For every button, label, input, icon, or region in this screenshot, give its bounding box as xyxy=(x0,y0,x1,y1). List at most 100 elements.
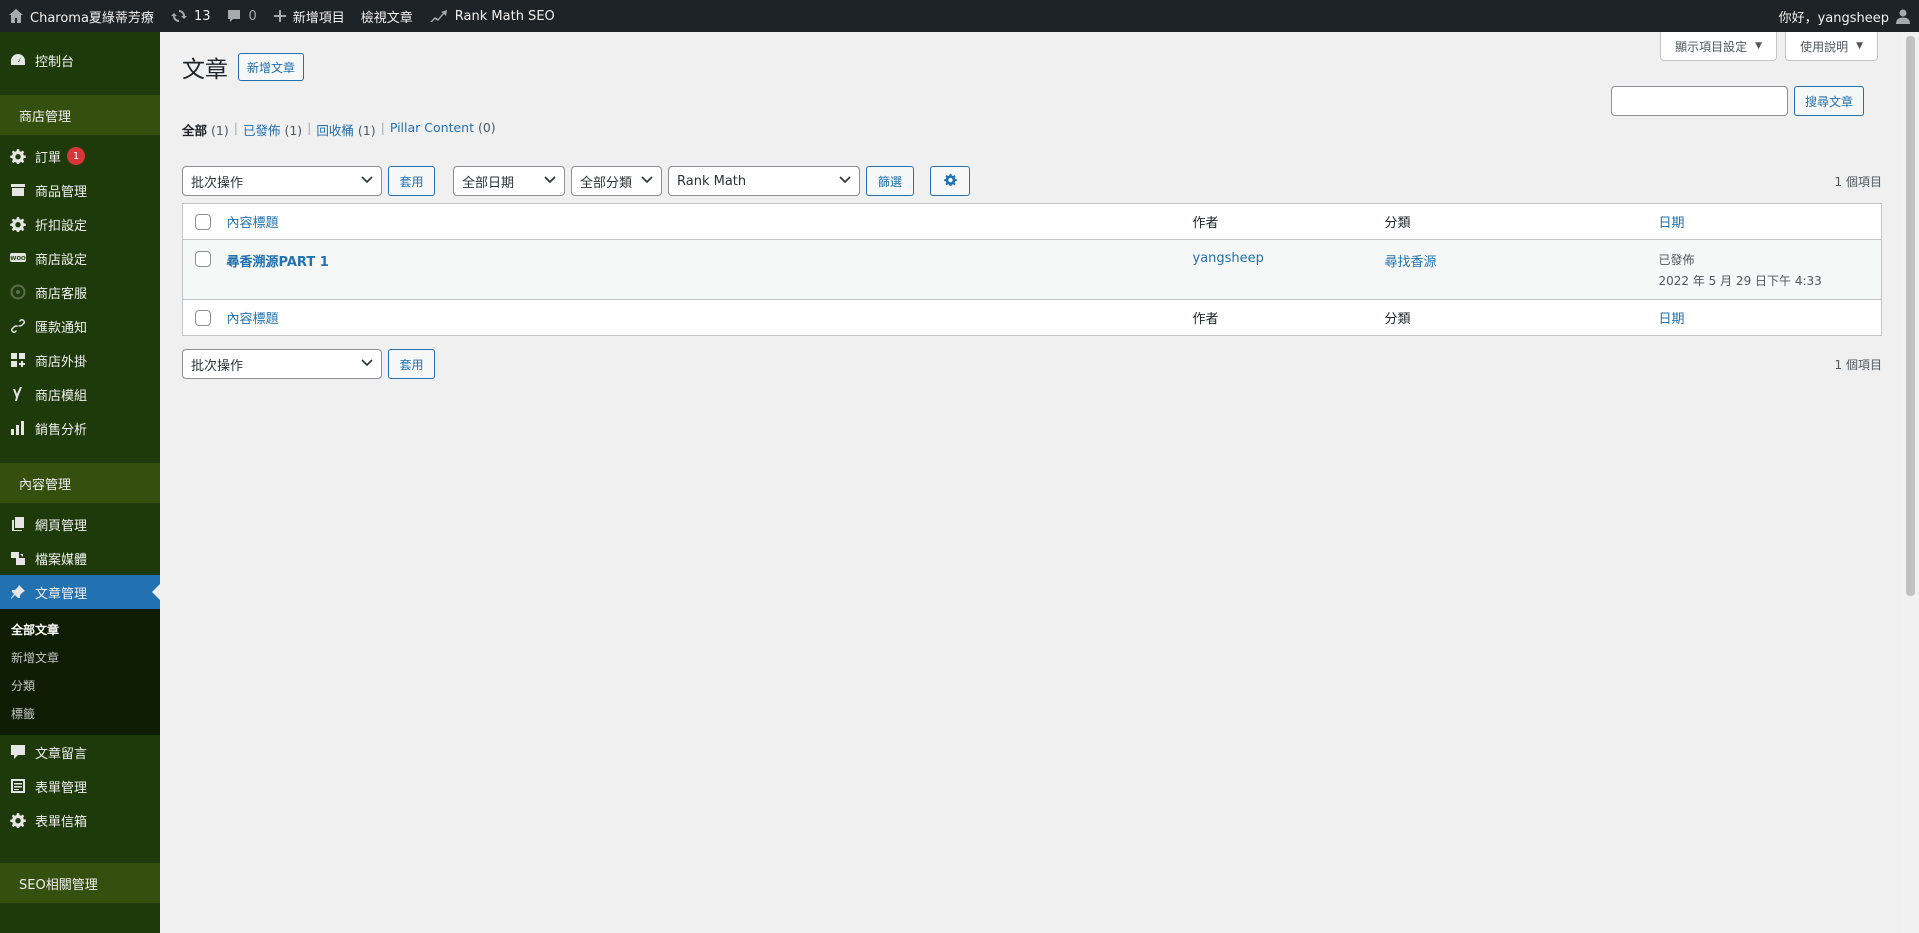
view-posts-link[interactable]: 檢視文章 xyxy=(353,0,421,32)
search-posts-button[interactable]: 搜尋文章 xyxy=(1793,86,1864,116)
menu-shop-plugins[interactable]: 商店外掛 xyxy=(0,343,160,377)
chevron-down-icon xyxy=(839,175,851,187)
menu-posts-label: 文章管理 xyxy=(35,586,88,602)
site-name: Charoma夏綠蒂芳療 xyxy=(30,10,154,26)
menu-dashboard[interactable]: 控制台 xyxy=(0,43,160,77)
add-new-post-button[interactable]: 新增文章 xyxy=(238,53,305,81)
post-category-link[interactable]: 尋找香源 xyxy=(1385,255,1437,270)
row-title-cell: 尋香溯源PART 1 xyxy=(227,240,1193,300)
gear-icon xyxy=(943,173,957,189)
svg-text:WOO: WOO xyxy=(10,256,26,262)
menu-sales-analytics[interactable]: 銷售分析 xyxy=(0,411,160,445)
sort-by-title-link[interactable]: 內容標題 xyxy=(227,216,279,231)
comments-link[interactable]: 0 xyxy=(218,0,264,32)
bulk-action-select[interactable]: 批次操作 xyxy=(182,166,382,196)
row-select-cell xyxy=(183,240,227,300)
filter-separator: | xyxy=(233,120,238,135)
help-button[interactable]: 使用說明 ▼ xyxy=(1785,32,1878,61)
dashboard-icon xyxy=(8,50,28,70)
filter-button[interactable]: 篩選 xyxy=(866,166,914,196)
date-filter-select[interactable]: 全部日期 xyxy=(453,166,565,196)
plus-icon xyxy=(273,9,287,23)
menu-forms[interactable]: 表單管理 xyxy=(0,769,160,803)
select-all-checkbox-footer[interactable] xyxy=(195,309,211,326)
menu-remittance-label: 匯款通知 xyxy=(35,320,88,336)
category-filter-value: 全部分類 xyxy=(580,175,633,191)
caret-down-icon: ▼ xyxy=(1856,41,1863,51)
menu-products[interactable]: 商品管理 xyxy=(0,173,160,207)
new-content-link[interactable]: 新增項目 xyxy=(265,0,353,32)
row-author-cell: yangsheep xyxy=(1193,240,1385,300)
filter-all-label: 全部 xyxy=(182,123,208,138)
footer-column-category-label: 分類 xyxy=(1384,312,1411,327)
sort-by-title-link-footer[interactable]: 內容標題 xyxy=(227,312,279,327)
filter-published-label: 已發佈 xyxy=(242,123,281,138)
apply-bulk-button[interactable]: 套用 xyxy=(388,166,435,196)
page-title: 文章 xyxy=(182,57,228,83)
post-author-link[interactable]: yangsheep xyxy=(1193,251,1264,266)
table-footer-row: 內容標題 作者 分類 日期 xyxy=(182,299,1882,336)
bulk-action-value: 批次操作 xyxy=(191,175,244,191)
filter-published[interactable]: 已發佈 (1) xyxy=(243,120,302,139)
table-header-row: 內容標題 作者 分類 日期 xyxy=(182,204,1882,240)
menu-comments[interactable]: 文章留言 xyxy=(0,735,160,769)
rank-math-settings-button[interactable] xyxy=(930,166,970,196)
filter-published-count: (1) xyxy=(284,123,303,138)
submenu-all-posts[interactable]: 全部文章 xyxy=(0,615,160,643)
column-title: 內容標題 xyxy=(227,204,1193,240)
menu-orders[interactable]: 訂單 1 xyxy=(0,139,160,173)
rank-math-icon xyxy=(429,8,449,24)
menu-posts[interactable]: 文章管理 xyxy=(0,575,160,609)
menu-forms-label: 表單管理 xyxy=(35,780,88,796)
menu-shop-plugins-label: 商店外掛 xyxy=(35,354,88,370)
menu-dashboard-label: 控制台 xyxy=(35,54,75,70)
menu-form-inbox[interactable]: 表單信箱 xyxy=(0,803,160,837)
account-menu[interactable]: 你好，yangsheep xyxy=(1771,0,1919,32)
column-category-label: 分類 xyxy=(1384,216,1411,231)
menu-shop-settings[interactable]: WOO 商店設定 xyxy=(0,241,160,275)
submenu-categories[interactable]: 分類 xyxy=(0,671,160,699)
menu-remittance[interactable]: 匯款通知 xyxy=(0,309,160,343)
filter-all[interactable]: 全部 (1) xyxy=(182,120,229,139)
status-filters: 全部 (1) | 已發佈 (1) | 回收桶 (1) | Pillar Cont… xyxy=(182,120,496,139)
row-checkbox[interactable] xyxy=(195,251,211,267)
orders-badge: 1 xyxy=(67,147,86,165)
page-scrollbar[interactable] xyxy=(1902,32,1919,933)
submenu-add-post[interactable]: 新增文章 xyxy=(0,643,160,671)
menu-shop-support[interactable]: 商店客服 xyxy=(0,275,160,309)
footer-column-author: 作者 xyxy=(1193,300,1385,336)
filter-separator: | xyxy=(380,120,385,135)
menu-shop-modules[interactable]: 商店模組 xyxy=(0,377,160,411)
category-filter-select[interactable]: 全部分類 xyxy=(571,166,662,196)
apply-bulk-button-bottom[interactable]: 套用 xyxy=(388,349,435,379)
updates-link[interactable]: 13 xyxy=(162,0,219,32)
column-author: 作者 xyxy=(1193,204,1385,240)
sort-by-date-link[interactable]: 日期 xyxy=(1659,216,1685,231)
page-header: 文章 新增文章 xyxy=(182,50,305,84)
post-title-link[interactable]: 尋香溯源PART 1 xyxy=(227,255,329,270)
select-all-checkbox[interactable] xyxy=(195,213,211,230)
menu-header-seo: SEO相關管理 xyxy=(0,863,160,903)
menu-discounts[interactable]: 折扣設定 xyxy=(0,207,160,241)
filter-pillar[interactable]: Pillar Content (0) xyxy=(390,120,496,139)
rankmath-filter-select[interactable]: Rank Math xyxy=(668,166,860,196)
chevron-down-icon xyxy=(544,175,556,187)
bulk-action-select-bottom[interactable]: 批次操作 xyxy=(182,349,382,379)
select-all-cell-footer xyxy=(183,300,227,336)
chart-icon xyxy=(8,418,28,438)
woo-icon: WOO xyxy=(8,248,28,268)
site-name-link[interactable]: Charoma夏綠蒂芳療 xyxy=(0,0,162,32)
sort-by-date-link-footer[interactable]: 日期 xyxy=(1659,312,1685,327)
comment-icon xyxy=(8,742,28,762)
rank-math-link[interactable]: Rank Math SEO xyxy=(421,0,563,32)
menu-pages[interactable]: 網頁管理 xyxy=(0,507,160,541)
footer-column-category: 分類 xyxy=(1385,300,1659,336)
filter-trash[interactable]: 回收桶 (1) xyxy=(316,120,375,139)
scrollbar-thumb[interactable] xyxy=(1906,36,1915,596)
menu-media[interactable]: 檔案媒體 xyxy=(0,541,160,575)
help-label: 使用說明 xyxy=(1800,39,1849,54)
submenu-tags[interactable]: 標籤 xyxy=(0,699,160,727)
search-input[interactable] xyxy=(1610,86,1788,116)
select-all-cell xyxy=(183,204,227,240)
screen-options-button[interactable]: 顯示項目設定 ▼ xyxy=(1660,32,1778,61)
